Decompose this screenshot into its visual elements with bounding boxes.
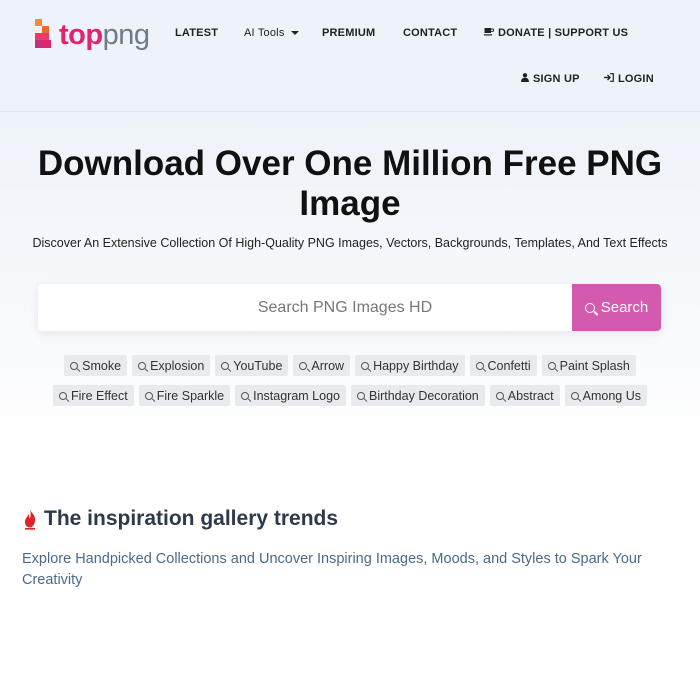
nav-latest-label: LATEST [175, 27, 219, 39]
tag-label: Birthday Decoration [368, 388, 479, 403]
inspiration-description: Explore Handpicked Collections and Uncov… [22, 551, 642, 588]
tag-label: Smoke [82, 358, 122, 373]
nav-donate-label: DONATE | SUPPORT US [498, 27, 629, 39]
search-button[interactable]: Search [572, 284, 661, 331]
tag-chip[interactable]: Explosion [132, 355, 211, 376]
search-icon [59, 391, 67, 400]
search-icon [138, 361, 147, 370]
flame-icon [22, 508, 38, 530]
tag-label: Arrow [311, 358, 345, 373]
nav-donate[interactable]: DONATE | SUPPORT US [484, 27, 628, 39]
tag-label: Confetti [487, 358, 531, 373]
nav-ai-tools-label: AI Tools [244, 27, 285, 39]
search-icon [547, 361, 556, 370]
search-icon [221, 361, 230, 370]
nav-login[interactable]: LOGIN [604, 73, 654, 85]
tag-label: YouTube [233, 358, 283, 373]
hero-title: Download Over One Million Free PNG Image [37, 144, 663, 223]
toppng-logo[interactable]: toppng [35, 17, 150, 53]
logo-mark-icon [35, 18, 55, 52]
coffee-icon [484, 27, 495, 39]
nav-ai-tools-dropdown[interactable]: AI Tools [244, 27, 299, 39]
search-icon [144, 391, 153, 400]
tag-chip[interactable]: Fire Sparkle [138, 385, 231, 406]
tag-chip[interactable]: YouTube [215, 355, 289, 376]
inspiration-title-text: The inspiration gallery trends [44, 507, 339, 530]
tag-label: Abstract [507, 388, 554, 403]
inspiration-section-title: The inspiration gallery trends [22, 507, 338, 531]
tag-chip[interactable]: Among Us [564, 385, 647, 406]
search-icon [475, 361, 484, 370]
site-header: toppng LATEST AI Tools PREMIUM CONTACT D… [0, 0, 700, 112]
tag-chip[interactable]: Paint Splash [541, 355, 636, 376]
search-icon [299, 361, 308, 370]
search-icon [570, 391, 579, 400]
search-button-label: Search [600, 299, 649, 316]
nav-sign-up-label: SIGN UP [533, 73, 580, 85]
tag-label: Instagram Logo [253, 388, 340, 403]
popular-tags-row-1: Smoke Explosion YouTube Arrow Happy Birthday… [0, 355, 700, 376]
tag-chip[interactable]: Abstract [489, 385, 560, 406]
user-icon [521, 73, 529, 85]
tag-chip[interactable]: Arrow [293, 355, 351, 376]
search-icon [361, 361, 370, 370]
nav-premium[interactable]: PREMIUM [322, 27, 375, 39]
sign-in-icon [604, 73, 614, 85]
search-icon [356, 391, 365, 400]
search-input[interactable] [38, 284, 572, 331]
tag-chip[interactable]: Fire Effect [53, 385, 134, 406]
nav-login-label: LOGIN [618, 73, 654, 85]
search-icon [241, 391, 250, 400]
tag-label: Happy Birthday [373, 358, 459, 373]
hero-subtitle: Discover An Extensive Collection Of High… [32, 236, 668, 250]
tag-chip[interactable]: Instagram Logo [235, 385, 346, 406]
search-icon [495, 391, 504, 400]
tag-label: Among Us [582, 388, 641, 403]
tag-label: Explosion [150, 358, 205, 373]
nav-latest[interactable]: LATEST [175, 27, 218, 39]
nav-contact[interactable]: CONTACT [403, 27, 457, 39]
tag-label: Fire Effect [71, 388, 128, 403]
logo-text: toppng [59, 18, 150, 51]
nav-contact-label: CONTACT [403, 27, 458, 39]
tag-chip[interactable]: Birthday Decoration [350, 385, 485, 406]
caret-down-icon [290, 31, 299, 35]
popular-tags-row-2: Fire Effect Fire Sparkle Instagram Logo Bir… [0, 385, 700, 406]
nav-premium-label: PREMIUM [322, 27, 376, 39]
tag-label: Paint Splash [559, 358, 630, 373]
tag-chip[interactable]: Smoke [64, 355, 128, 376]
search-icon [70, 361, 79, 370]
search-bar: Search [38, 284, 661, 331]
search-icon [584, 302, 595, 313]
tag-chip[interactable]: Happy Birthday [355, 355, 465, 376]
nav-sign-up[interactable]: SIGN UP [521, 73, 580, 85]
tag-label: Fire Sparkle [156, 388, 225, 403]
tag-chip[interactable]: Confetti [469, 355, 537, 376]
